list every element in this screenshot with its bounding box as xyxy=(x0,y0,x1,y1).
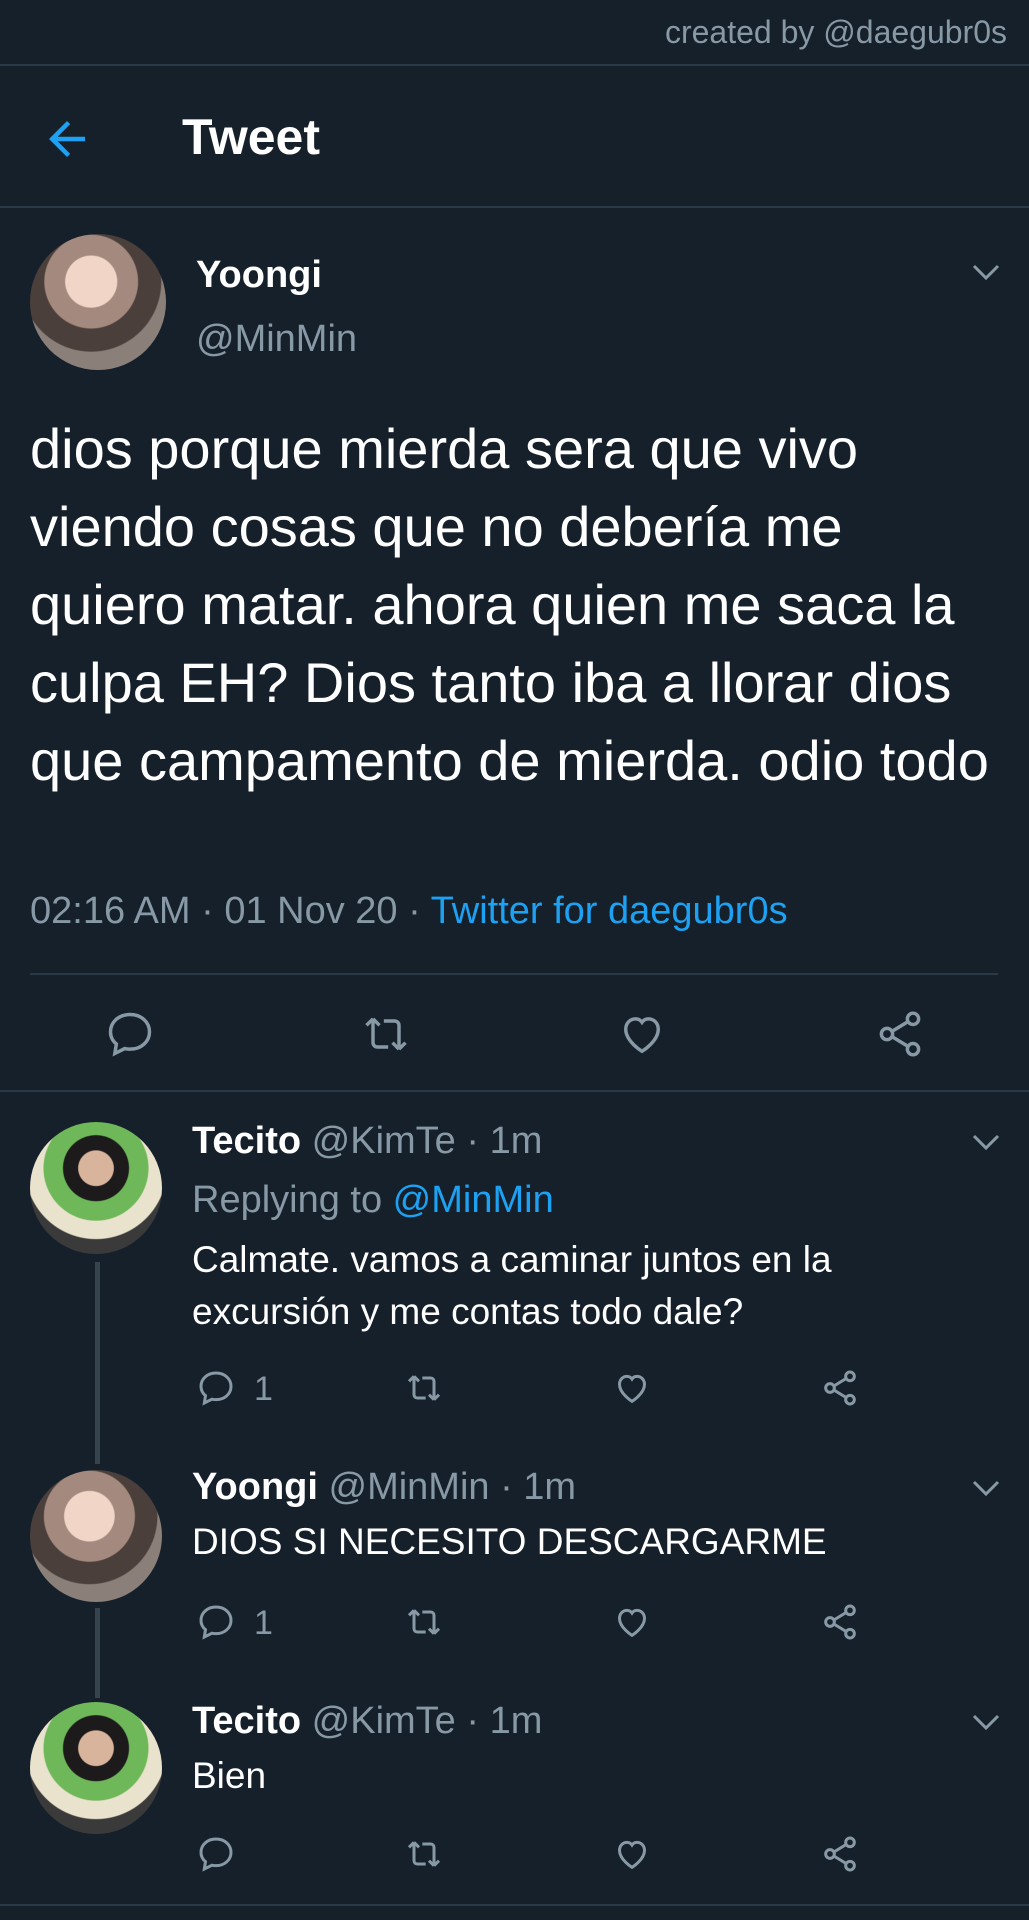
thread-line xyxy=(95,1262,100,1464)
retweet-icon[interactable] xyxy=(404,1602,444,1642)
source-link[interactable]: Twitter for daegubr0s xyxy=(431,890,788,932)
chevron-down-icon[interactable] xyxy=(968,1130,1004,1154)
tweet-meta: 02:16 AM · 01 Nov 20 · Twitter for daegu… xyxy=(30,890,788,933)
share-icon[interactable] xyxy=(874,1008,926,1060)
like-icon[interactable] xyxy=(612,1602,652,1642)
reply-header: Tecito @KimTe · 1m xyxy=(192,1700,542,1743)
share-icon[interactable] xyxy=(820,1368,860,1408)
reply-header: Tecito @KimTe · 1m xyxy=(192,1120,542,1163)
avatar[interactable] xyxy=(30,1470,162,1602)
divider xyxy=(0,64,1029,66)
divider xyxy=(0,1090,1029,1092)
like-icon[interactable] xyxy=(612,1368,652,1408)
replying-label: Replying to xyxy=(192,1179,393,1221)
reply-header: Yoongi @MinMin · 1m xyxy=(192,1466,576,1509)
page-title: Tweet xyxy=(182,109,320,165)
reply-author-name[interactable]: Yoongi xyxy=(192,1466,318,1508)
share-icon[interactable] xyxy=(820,1834,860,1874)
back-arrow-icon xyxy=(49,121,85,157)
reply-text: DIOS SI NECESITO DESCARGARME xyxy=(192,1521,827,1562)
tweet-text: dios porque mierda sera que vivo viendo … xyxy=(30,417,989,792)
reply-count: 1 xyxy=(254,1604,273,1642)
divider xyxy=(0,206,1029,208)
divider xyxy=(0,1904,1029,1906)
like-icon[interactable] xyxy=(612,1834,652,1874)
reply-icon[interactable] xyxy=(104,1008,156,1060)
like-icon[interactable] xyxy=(616,1008,668,1060)
reply-text: Bien xyxy=(192,1755,267,1796)
retweet-icon[interactable] xyxy=(360,1008,412,1060)
reply-meta: @KimTe · 1m xyxy=(301,1700,543,1742)
author-name[interactable]: Yoongi xyxy=(196,254,322,297)
replying-to: Replying to @MinMin xyxy=(192,1179,554,1222)
reply-icon[interactable] xyxy=(196,1368,236,1408)
reply-meta: @KimTe · 1m xyxy=(301,1120,543,1162)
chevron-down-icon[interactable] xyxy=(968,260,1004,284)
reply-text: Calmate. vamos a caminar juntos en la ex… xyxy=(192,1239,832,1332)
retweet-icon[interactable] xyxy=(404,1368,444,1408)
thread-line xyxy=(95,1608,100,1698)
reply-icon[interactable] xyxy=(196,1834,236,1874)
avatar[interactable] xyxy=(30,1702,162,1834)
avatar[interactable] xyxy=(30,234,166,370)
mention-link[interactable]: @MinMin xyxy=(393,1179,554,1221)
timestamp: 02:16 AM · 01 Nov 20 · xyxy=(30,890,431,932)
back-button[interactable] xyxy=(40,112,94,166)
retweet-icon[interactable] xyxy=(404,1834,444,1874)
share-icon[interactable] xyxy=(820,1602,860,1642)
reply-icon[interactable] xyxy=(196,1602,236,1642)
chevron-down-icon[interactable] xyxy=(968,1476,1004,1500)
reply-count: 1 xyxy=(254,1370,273,1408)
divider xyxy=(30,973,998,975)
credit-text: created by @daegubr0s xyxy=(664,14,1007,50)
reply-meta: @MinMin · 1m xyxy=(317,1466,577,1508)
reply-author-name[interactable]: Tecito xyxy=(192,1120,301,1162)
avatar[interactable] xyxy=(30,1122,162,1254)
chevron-down-icon[interactable] xyxy=(968,1710,1004,1734)
reply-author-name[interactable]: Tecito xyxy=(192,1700,301,1742)
author-handle[interactable]: @MinMin xyxy=(196,318,357,361)
